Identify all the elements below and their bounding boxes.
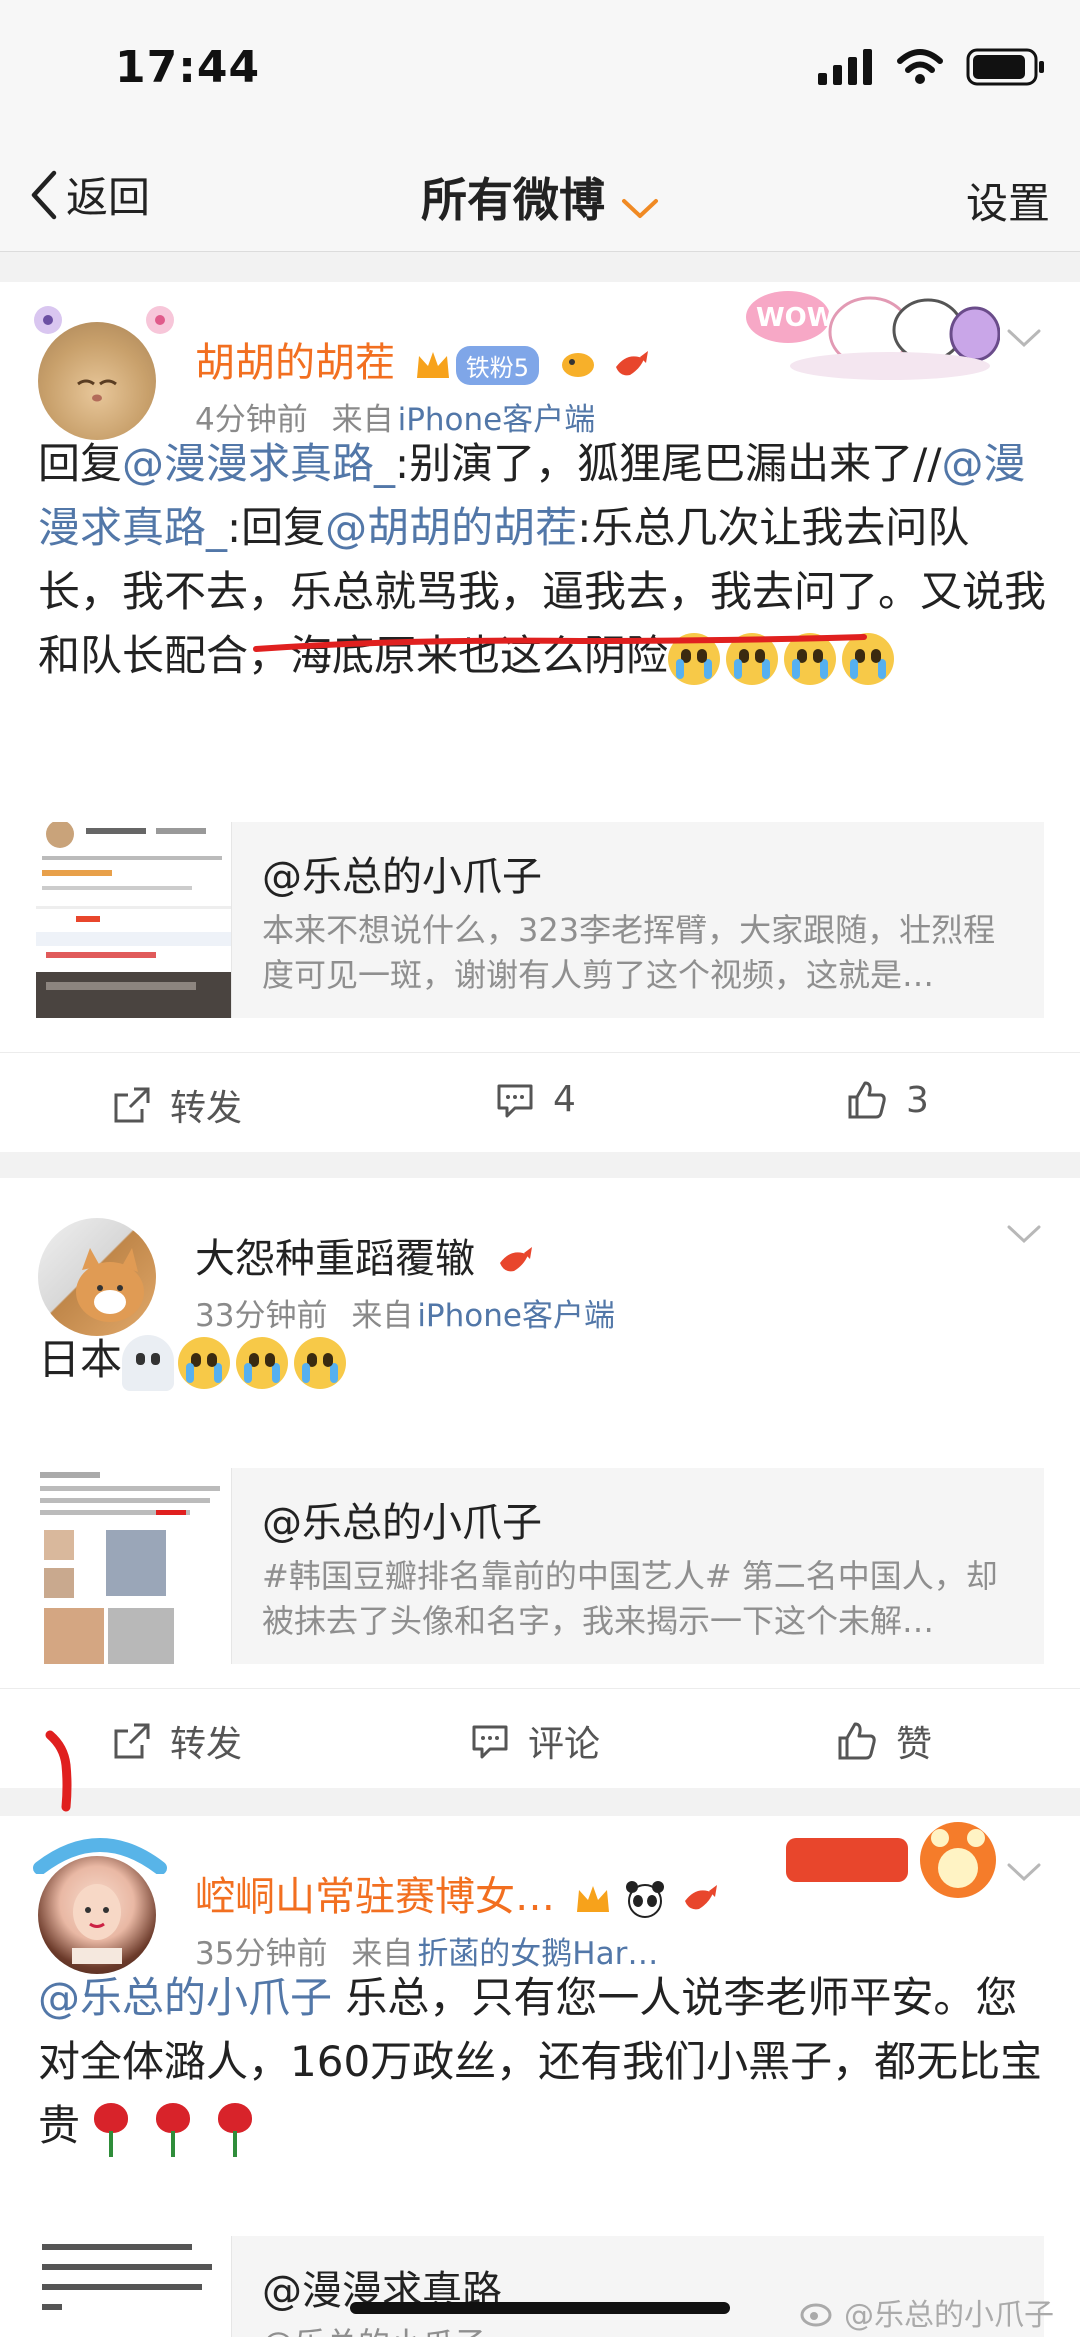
ghost-emoji-icon xyxy=(122,1334,175,1391)
koi-badge-icon xyxy=(499,1247,532,1272)
red-underline-annotation xyxy=(253,634,867,652)
page-title: 所有微博 xyxy=(421,173,605,227)
crying-emoji-icon xyxy=(178,1336,231,1389)
mention-link[interactable]: @漫漫求真路_ xyxy=(122,439,395,488)
rose-emoji-icon xyxy=(88,2101,134,2157)
quote-author: @乐总的小爪子 xyxy=(262,1500,542,1546)
post-actions: 转发 评论 赞 xyxy=(0,1688,1080,1788)
like-button[interactable]: 赞 xyxy=(836,1715,932,1767)
red-mark-annotation xyxy=(45,1730,72,1812)
post-text: 日本 xyxy=(38,1328,1048,1392)
feed-post: 胡胡的胡茬 铁粉5 4分钟前 来自 iPhone客户端 WOW 回复@漫漫求真路_… xyxy=(0,282,1080,1152)
repost-label: 转发 xyxy=(170,1088,243,1129)
thumbs-up-icon xyxy=(838,1722,876,1760)
post-menu-chevron-icon[interactable] xyxy=(1006,328,1042,350)
crown-icon xyxy=(416,352,449,378)
quote-author: @乐总的小爪子 xyxy=(262,854,542,900)
mention-link[interactable]: @胡胡的胡茬 xyxy=(325,503,577,552)
quoted-post-card[interactable]: @乐总的小爪子 #韩国豆瓣排名靠前的中国艺人# 第二名中国人，却被抹去了头像和名… xyxy=(36,1468,1044,1664)
post-screenshot-icon xyxy=(40,1472,220,1664)
koi-badge-icon xyxy=(685,1885,718,1910)
panda-badge-icon xyxy=(626,1881,665,1918)
rose-emoji-icon xyxy=(150,2101,196,2157)
koi-badge-icon xyxy=(616,351,649,376)
nav-bar: 返回 所有微博 设置 xyxy=(0,140,1080,252)
comment-count: 4 xyxy=(553,1079,576,1120)
watermark: @乐总的小爪子 xyxy=(800,2290,1054,2334)
post-text: @乐总的小爪子 乐总，只有您一人说李老师平安。您对全体潞人，160万政丝，还有我… xyxy=(38,1966,1048,2158)
status-bar: 17:44 xyxy=(0,0,1080,140)
home-indicator[interactable] xyxy=(350,2302,730,2314)
mention-link[interactable]: @乐总的小爪子 xyxy=(38,1973,332,2022)
comment-button[interactable]: 评论 xyxy=(470,1715,600,1767)
post-menu-chevron-icon[interactable] xyxy=(1006,1224,1042,1246)
wifi-icon xyxy=(897,49,943,84)
crying-emoji-icon xyxy=(236,1336,289,1389)
like-count: 3 xyxy=(906,1079,929,1121)
avatar-pendant-icon xyxy=(34,306,174,334)
status-time: 17:44 xyxy=(115,42,261,93)
highlighted-phrase: 我不去，乐总就骂我，逼我去 xyxy=(122,567,669,616)
svg-text:WOW: WOW xyxy=(756,303,835,333)
comment-icon xyxy=(497,1084,533,1117)
weibo-logo-icon xyxy=(800,2303,832,2327)
like-label: 赞 xyxy=(896,1724,933,1765)
post-menu-chevron-icon[interactable] xyxy=(1006,1862,1042,1884)
crying-emoji-icon xyxy=(294,1336,347,1389)
quote-text: #韩国豆瓣排名靠前的中国艺人# 第二名中国人，却被抹去了头像和名字，我来揭示一下… xyxy=(262,1557,998,1640)
fan-badge: 铁粉5 xyxy=(455,345,539,385)
share-icon xyxy=(114,1723,150,1759)
rose-emoji-icon xyxy=(212,2101,258,2157)
card-decoration-icon: WOW xyxy=(746,291,1000,380)
repost-button[interactable]: 转发 xyxy=(112,1079,242,1131)
status-icons xyxy=(818,48,1046,86)
quote-thumbnail xyxy=(36,2236,232,2337)
tiger-year-decoration-icon xyxy=(786,1822,996,1898)
avatar-pendant-icon xyxy=(33,1838,167,1874)
signal-icon xyxy=(818,49,872,85)
quote-thumbnail xyxy=(36,822,232,1018)
quoted-post-card[interactable]: @乐总的小爪子 本来不想说什么，323李老挥臂，大家跟随，壮烈程度可见一斑，谢谢… xyxy=(36,822,1044,1018)
repost-button[interactable]: 转发 xyxy=(112,1715,242,1767)
cat-photo-icon xyxy=(76,1248,144,1322)
user-name[interactable]: 崆峒山常驻赛博女… xyxy=(195,1864,719,1922)
crown-icon xyxy=(576,1886,609,1912)
like-button[interactable]: 3 xyxy=(846,1079,929,1121)
thumbs-up-icon xyxy=(848,1081,886,1119)
quote-text: 本来不想说什么，323李老挥臂，大家跟随，壮烈程度可见一斑，谢谢有人剪了这个视频… xyxy=(262,911,996,994)
comment-label: 评论 xyxy=(528,1724,601,1765)
comment-icon xyxy=(472,1725,508,1759)
settings-button[interactable]: 设置 xyxy=(966,170,1050,231)
user-name[interactable]: 大怨种重蹈覆辙 xyxy=(195,1226,534,1284)
chevron-down-icon xyxy=(622,198,658,218)
repost-label: 转发 xyxy=(170,1724,243,1765)
fish-badge-icon xyxy=(561,353,594,377)
profile-screenshot-icon xyxy=(36,822,231,1018)
avatar[interactable] xyxy=(38,1218,156,1336)
feed-post: 崆峒山常驻赛博女… 35分钟前 来自 折菡的女鹅Har… @乐总的小爪子 乐总，只… xyxy=(0,1816,1080,2337)
feed-post: 大怨种重蹈覆辙 33分钟前 来自 iPhone客户端 日本 @乐总的小爪子 #韩国… xyxy=(0,1178,1080,1788)
quote-thumbnail xyxy=(36,1468,232,1664)
comment-button[interactable]: 4 xyxy=(495,1079,576,1120)
battery-icon xyxy=(966,48,1044,86)
share-icon xyxy=(114,1087,150,1123)
user-name[interactable]: 胡胡的胡茬 铁粉5 xyxy=(195,330,650,388)
feed-filter-dropdown[interactable]: 所有微博 xyxy=(0,164,1080,231)
text-screenshot-icon xyxy=(42,2244,212,2310)
post-actions: 转发 4 3 xyxy=(0,1052,1080,1152)
